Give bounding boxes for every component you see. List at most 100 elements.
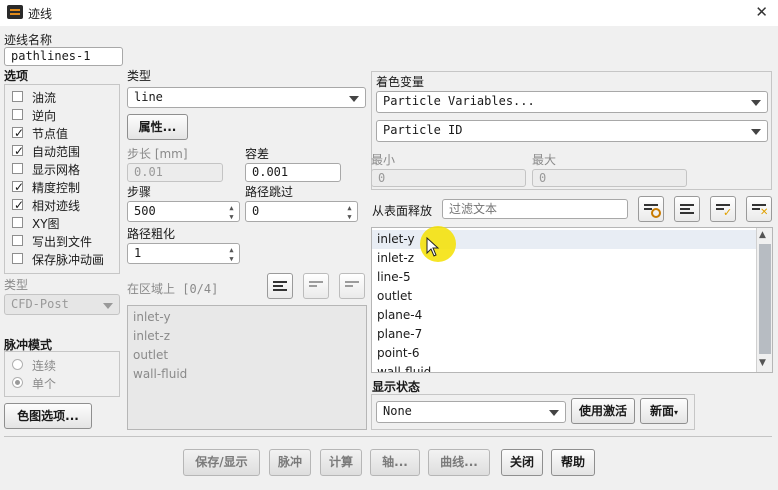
checkbox[interactable]: ✓ <box>12 181 24 193</box>
use-active-button[interactable]: 使用激活 <box>571 398 635 424</box>
style-type-value: line <box>134 90 163 104</box>
min-input[interactable]: 0 <box>371 169 526 187</box>
zones-list[interactable]: inlet-y inlet-z outlet wall-fluid <box>127 305 367 430</box>
name-label: 迹线名称 <box>4 33 53 47</box>
close-icon[interactable]: ✕ <box>755 3 768 21</box>
option-label: 节点值 <box>32 127 69 141</box>
checkbox[interactable] <box>12 235 23 246</box>
max-input[interactable]: 0 <box>532 169 687 187</box>
path-skip-label: 路径跳过 <box>245 185 294 199</box>
option-label: 保存脉冲动画 <box>32 253 105 267</box>
new-surface-label: 新面 <box>649 404 674 418</box>
color-category-select[interactable]: Particle Variables... <box>376 91 768 113</box>
list-item[interactable]: plane-7 <box>377 327 422 341</box>
list-item[interactable]: outlet <box>377 289 412 303</box>
left-type-label: 类型 <box>4 278 29 292</box>
clear-list-icon[interactable] <box>339 273 365 299</box>
check-list-icon[interactable]: ✓ <box>710 196 736 222</box>
scrollbar[interactable]: ▲ ▼ <box>756 228 772 372</box>
list-item[interactable]: outlet <box>133 348 168 362</box>
list-item[interactable]: inlet-z <box>133 329 170 343</box>
colormap-options-button[interactable]: 色图选项... <box>4 403 92 429</box>
left-type-select[interactable]: CFD-Post <box>4 294 120 315</box>
zones-label: 在区域上 [0/4] <box>127 282 219 296</box>
option-label: 写出到文件 <box>32 235 93 249</box>
option-label: XY图 <box>32 217 60 231</box>
pulse-option-label: 单个 <box>32 377 57 391</box>
steps-input[interactable]: 500 ▲ ▼ <box>127 201 240 222</box>
tolerance-input[interactable]: 0.001 <box>245 163 341 182</box>
scroll-thumb[interactable] <box>759 244 771 354</box>
display-state-select[interactable]: None <box>376 401 566 423</box>
filter-input[interactable] <box>442 199 628 219</box>
bottom-button-2[interactable]: 计算 <box>320 449 362 476</box>
list-item[interactable]: inlet-y <box>377 232 415 246</box>
option-label: 油流 <box>32 91 57 105</box>
radio-button[interactable] <box>12 359 23 370</box>
path-skip-spinner[interactable]: ▲ ▼ <box>345 204 354 221</box>
bottom-button-6[interactable]: 帮助 <box>551 449 595 476</box>
bottom-button-5[interactable]: 关闭 <box>501 449 543 476</box>
checkbox[interactable]: ✓ <box>12 145 24 157</box>
color-variable-select[interactable]: Particle ID <box>376 120 768 142</box>
spin-down-icon[interactable]: ▼ <box>227 213 236 221</box>
radio-button[interactable] <box>12 377 23 388</box>
checkbox[interactable]: ✓ <box>12 127 24 139</box>
scroll-up-icon[interactable]: ▲ <box>759 230 766 240</box>
list-item[interactable]: line-5 <box>377 270 411 284</box>
step-size-input[interactable]: 0.01 <box>127 163 223 182</box>
check-list-icon[interactable] <box>303 273 329 299</box>
checkbox[interactable] <box>12 91 23 102</box>
window-title: 迹线 <box>28 7 53 21</box>
pulse-option-label: 连续 <box>32 359 57 373</box>
style-type-select[interactable]: line <box>127 87 366 108</box>
bottom-button-1[interactable]: 脉冲 <box>269 449 311 476</box>
select-all-icon[interactable] <box>267 273 293 299</box>
list-item[interactable]: plane-4 <box>377 308 422 322</box>
list-item[interactable]: wall-fluid <box>133 367 187 381</box>
bottom-button-3[interactable]: 轴... <box>370 449 420 476</box>
checkbox[interactable] <box>12 217 23 228</box>
list-item[interactable]: inlet-y <box>133 310 171 324</box>
tolerance-label: 容差 <box>245 147 270 161</box>
spin-down-icon[interactable]: ▼ <box>227 255 236 263</box>
list-item[interactable]: inlet-z <box>377 251 414 265</box>
spin-up-icon[interactable]: ▲ <box>227 204 236 213</box>
attributes-button[interactable]: 属性... <box>127 114 188 140</box>
checkbox[interactable] <box>12 253 23 264</box>
coarsen-spinner[interactable]: ▲ ▼ <box>227 246 236 263</box>
step-size-label: 步长 [mm] <box>127 147 188 161</box>
spin-up-icon[interactable]: ▲ <box>227 246 236 255</box>
scroll-down-icon[interactable]: ▼ <box>759 358 766 368</box>
min-label: 最小 <box>371 153 396 167</box>
steps-spinner[interactable]: ▲ ▼ <box>227 204 236 221</box>
bottom-button-0[interactable]: 保存/显示 <box>183 449 260 476</box>
list-item[interactable]: point-6 <box>377 346 420 360</box>
path-skip-input[interactable]: 0 ▲ ▼ <box>245 201 358 222</box>
checkbox[interactable]: ✓ <box>12 199 24 211</box>
search-list-icon[interactable] <box>638 196 664 222</box>
display-state-label: 显示状态 <box>372 380 421 394</box>
release-label: 从表面释放 <box>372 204 433 218</box>
chevron-down-icon <box>549 410 559 416</box>
chevron-down-icon <box>349 96 359 102</box>
checkbox[interactable] <box>12 109 23 120</box>
title-bar: 迹线 ✕ <box>0 0 778 26</box>
select-all-icon[interactable] <box>674 196 700 222</box>
options-label: 选项 <box>4 69 29 83</box>
display-state-value: None <box>383 404 412 418</box>
bottom-button-4[interactable]: 曲线... <box>428 449 490 476</box>
steps-value: 500 <box>134 204 156 218</box>
chevron-down-icon: ▾ <box>674 408 679 417</box>
coarsen-value: 1 <box>134 246 142 260</box>
option-label: 相对迹线 <box>32 199 81 213</box>
checkbox[interactable] <box>12 163 23 174</box>
spin-up-icon[interactable]: ▲ <box>345 204 354 213</box>
new-surface-button[interactable]: 新面▾ <box>640 398 688 424</box>
clear-list-icon[interactable]: ✕ <box>746 196 772 222</box>
spin-down-icon[interactable]: ▼ <box>345 213 354 221</box>
list-item[interactable]: wall-fluid <box>377 365 431 372</box>
chevron-down-icon <box>751 129 761 135</box>
name-input[interactable]: pathlines-1 <box>4 47 123 66</box>
coarsen-input[interactable]: 1 ▲ ▼ <box>127 243 240 264</box>
